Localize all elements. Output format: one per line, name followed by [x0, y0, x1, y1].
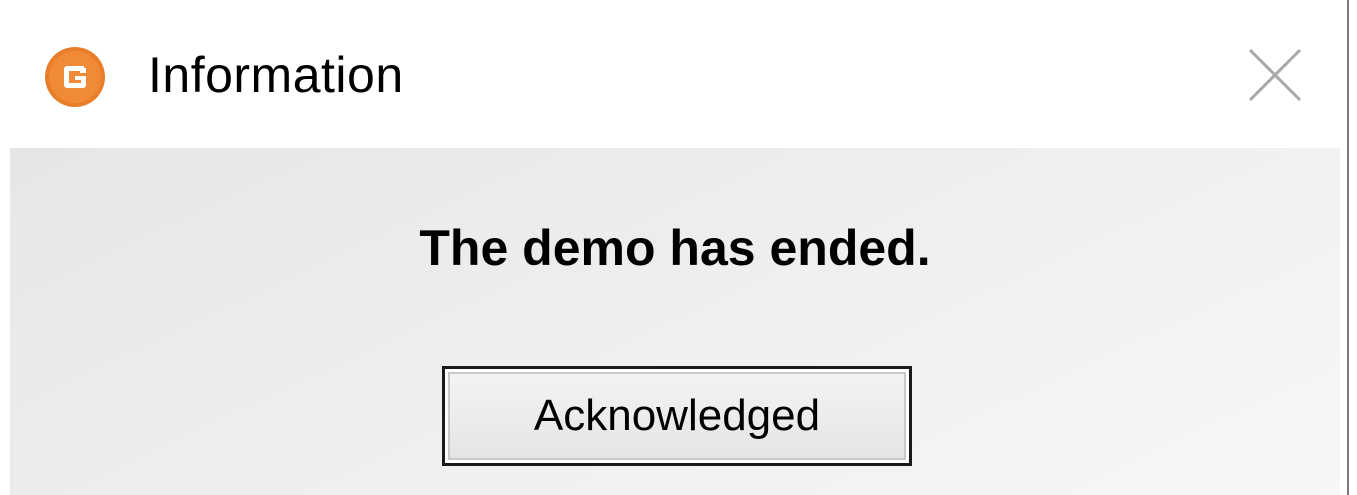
dialog-message: The demo has ended.	[419, 220, 931, 276]
dialog-titlebar[interactable]: Information	[0, 0, 1340, 148]
window-border	[1347, 0, 1349, 495]
close-button[interactable]	[1240, 40, 1310, 110]
close-icon	[1248, 48, 1302, 102]
info-dialog-window: Information The demo has ended. Acknowle…	[0, 0, 1357, 495]
dialog-title: Information	[148, 47, 404, 103]
dialog-body: The demo has ended. Acknowledged	[10, 148, 1340, 495]
acknowledged-button[interactable]: Acknowledged	[442, 366, 912, 466]
app-logo-icon	[44, 46, 106, 108]
